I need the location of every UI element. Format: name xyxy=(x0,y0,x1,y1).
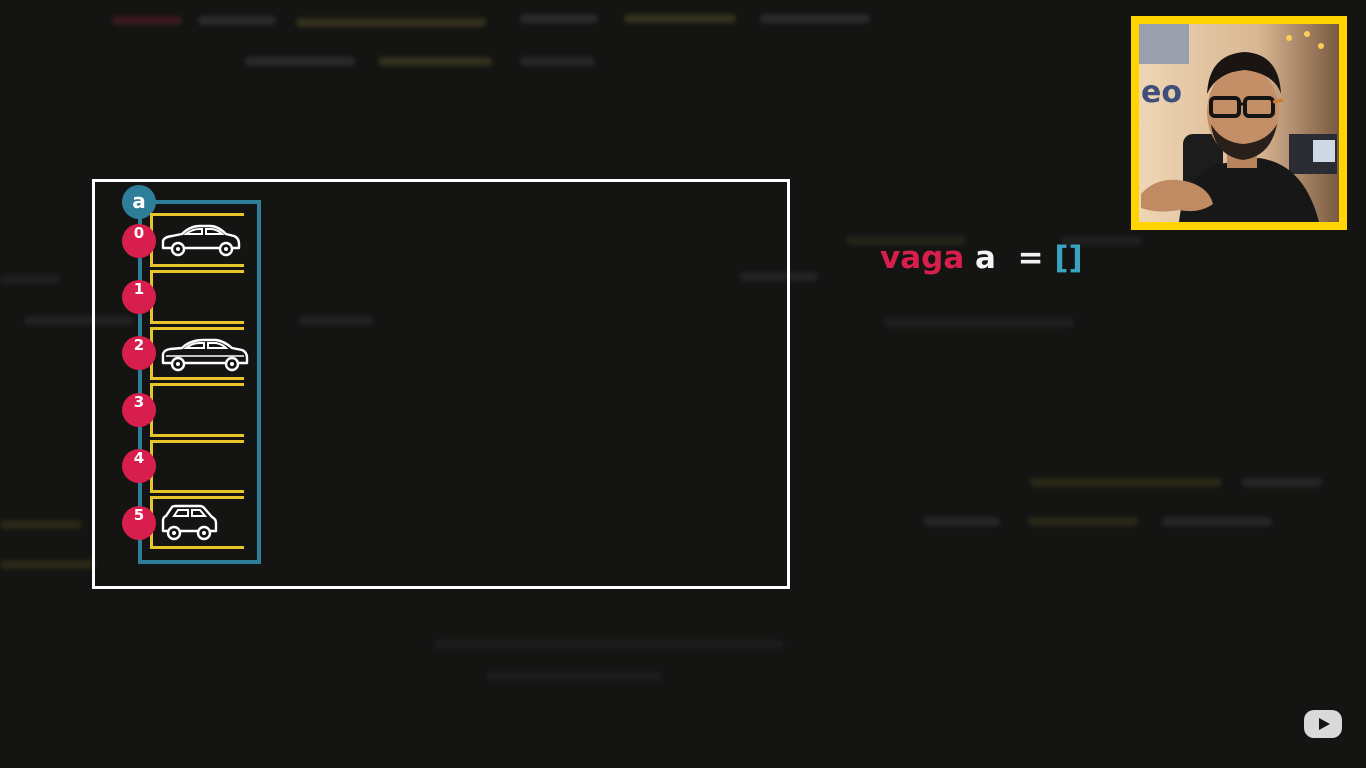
index-badge-3: 3 xyxy=(122,393,156,427)
index-badge-4: 4 xyxy=(122,449,156,483)
index-badge-5: 5 xyxy=(122,506,156,540)
suv-car-icon xyxy=(161,504,218,541)
index-badge-2: 2 xyxy=(122,336,156,370)
index-badge-0: 0 xyxy=(122,224,156,258)
youtube-icon[interactable] xyxy=(1303,708,1343,740)
code-empty-brackets: [] xyxy=(1054,240,1083,276)
code-keyword: vaga xyxy=(880,240,965,276)
sedan-car-icon xyxy=(161,224,241,257)
code-equals: = xyxy=(1017,240,1044,276)
hatchback-car-icon xyxy=(161,338,249,372)
code-expression: vaga a = [] xyxy=(880,240,1083,284)
presenter-webcam: eo xyxy=(1131,16,1347,230)
svg-text:eo: eo xyxy=(1141,75,1182,110)
index-badge-1: 1 xyxy=(122,280,156,314)
code-variable: a xyxy=(975,240,996,276)
